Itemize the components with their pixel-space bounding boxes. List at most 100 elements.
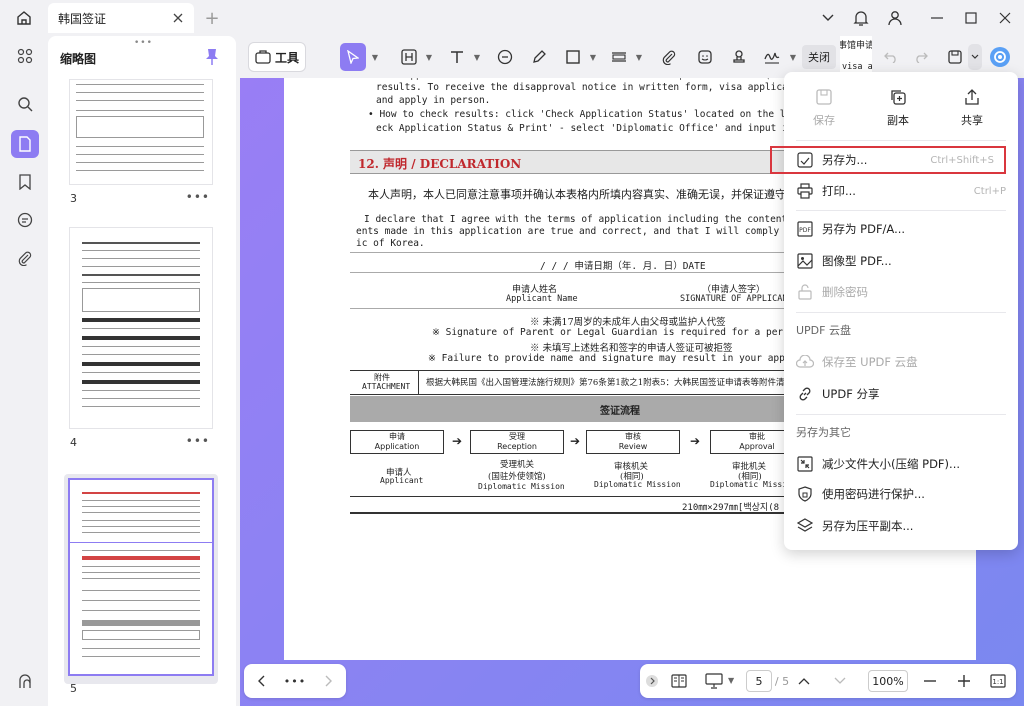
comment-tool-button[interactable] xyxy=(494,43,516,71)
text-tool-button[interactable] xyxy=(446,43,468,71)
pencil-icon xyxy=(533,50,546,63)
arrow-right-icon: ➔ xyxy=(452,434,463,448)
account-button[interactable] xyxy=(882,6,908,30)
zoom-out-button[interactable] xyxy=(920,671,940,691)
next-page-button[interactable] xyxy=(830,671,850,691)
sticker-tool-button[interactable] xyxy=(694,43,716,71)
updf-share-menu-item[interactable]: UPDF 分享 xyxy=(784,380,1018,408)
presentation-dropdown[interactable]: ▼ xyxy=(728,676,734,685)
actual-size-icon: 1:1 xyxy=(990,674,1006,688)
presentation-button[interactable] xyxy=(702,671,726,691)
print-menu-item[interactable]: 打印... Ctrl+P xyxy=(784,177,1018,205)
chevron-circle-icon xyxy=(646,675,658,687)
window-close-button[interactable] xyxy=(992,6,1018,30)
save-as-shortcut: Ctrl+Shift+S xyxy=(930,154,994,166)
save-button[interactable] xyxy=(944,43,966,71)
collapse-nav-button[interactable] xyxy=(644,671,660,691)
thumbnails-button[interactable] xyxy=(11,130,39,158)
signature-tool-dropdown[interactable]: ▼ xyxy=(788,43,798,71)
bookmarks-button[interactable] xyxy=(11,168,39,196)
signature-tool-button[interactable] xyxy=(760,43,784,71)
previous-page-button[interactable] xyxy=(794,671,814,691)
chevron-down-icon xyxy=(822,14,834,21)
save-to-cloud-label: 保存至 UPDF 云盘 xyxy=(822,355,918,369)
select-tool-dropdown[interactable]: ▼ xyxy=(370,43,380,71)
highlight-tool-dropdown[interactable]: ▼ xyxy=(424,43,434,71)
attach-tool-button[interactable] xyxy=(658,43,680,71)
attachments-button[interactable] xyxy=(11,244,39,272)
printer-icon xyxy=(797,183,813,199)
save-as-menu-item[interactable]: 另存为... Ctrl+Shift+S xyxy=(770,146,1006,174)
pencil-tool-button[interactable] xyxy=(528,43,550,71)
maximize-button[interactable] xyxy=(958,6,984,30)
undo-button[interactable] xyxy=(880,43,902,71)
back-button[interactable] xyxy=(252,671,272,691)
reduce-size-menu-item[interactable]: 减少文件大小(压缩 PDF)... xyxy=(784,450,1018,478)
measure-icon xyxy=(612,52,626,62)
home-button[interactable] xyxy=(12,6,36,30)
panel-resize-handle[interactable]: ••• xyxy=(134,38,153,48)
close-tools-button[interactable]: 关闭 xyxy=(802,45,836,69)
tab-close-button[interactable] xyxy=(170,10,186,26)
bookmark-icon xyxy=(19,174,31,190)
tools-button[interactable]: 工具 xyxy=(248,42,306,72)
chevron-down-icon xyxy=(834,677,846,684)
notification-button[interactable] xyxy=(848,6,874,30)
save-flatten-menu-item[interactable]: 另存为压平副本... xyxy=(784,512,1018,540)
thumbnail-page-5[interactable] xyxy=(70,480,212,674)
document-tab[interactable]: 韩国签证 xyxy=(48,3,194,33)
left-rail xyxy=(0,36,48,706)
zoom-level-input[interactable]: 100% xyxy=(868,670,908,692)
doc-text: 事馆申请 xyxy=(840,41,872,51)
shape-tool-button[interactable] xyxy=(562,43,584,71)
comments-button[interactable] xyxy=(11,206,39,234)
forward-button[interactable] xyxy=(318,671,338,691)
save-pdfa-menu-item[interactable]: PDF 另存为 PDF/A... xyxy=(784,215,1018,243)
highlight-tool-button[interactable] xyxy=(398,43,420,71)
layers-icon xyxy=(19,674,31,688)
stamp-bar-tool-dropdown[interactable]: ▼ xyxy=(634,43,644,71)
search-button[interactable] xyxy=(11,90,39,118)
apps-button[interactable] xyxy=(11,42,39,70)
save-dropdown-button[interactable] xyxy=(968,44,982,70)
menu-copy-button[interactable]: 副本 xyxy=(868,88,928,128)
thumbnail-page-4[interactable] xyxy=(70,228,212,428)
doc-text: ※ 未满17周岁的未成年人由父母或监护人代签 xyxy=(530,317,726,328)
remove-password-menu-item[interactable]: 删除密码 xyxy=(784,278,1018,306)
shape-tool-dropdown[interactable]: ▼ xyxy=(588,43,598,71)
thumbnail-more-button[interactable]: ••• xyxy=(186,434,210,448)
protect-password-menu-item[interactable]: 使用密码进行保护... xyxy=(784,480,1018,508)
flow-step-cn: 审核 xyxy=(625,432,641,441)
history-more-button[interactable]: ••• xyxy=(284,671,306,691)
image-pdf-menu-item[interactable]: 图像型 PDF... xyxy=(784,247,1018,275)
page-number-input[interactable]: 5 xyxy=(746,670,772,692)
actual-size-button[interactable]: 1:1 xyxy=(988,671,1008,691)
save-to-cloud-menu-item[interactable]: 保存至 UPDF 云盘 xyxy=(784,348,1018,376)
stamp-bar-tool-button[interactable] xyxy=(608,43,630,71)
doc-text: / / / 申请日期（年. 月. 日）DATE xyxy=(540,261,706,272)
tabs-dropdown-button[interactable] xyxy=(815,6,841,30)
thumbnail-more-button[interactable]: ••• xyxy=(186,190,210,204)
user-icon xyxy=(888,11,902,26)
select-tool-button[interactable] xyxy=(340,43,366,71)
history-nav-bar: ••• xyxy=(244,664,346,698)
minimize-button[interactable] xyxy=(924,6,950,30)
flow-step-reception: 受理 Reception xyxy=(470,430,564,454)
ai-assistant-button[interactable] xyxy=(988,44,1012,70)
presentation-icon xyxy=(705,673,723,689)
zoom-in-button[interactable] xyxy=(954,671,974,691)
new-tab-button[interactable]: + xyxy=(202,8,222,29)
menu-share-button[interactable]: 共享 xyxy=(942,88,1002,128)
redo-button[interactable] xyxy=(910,43,932,71)
page-layout-button[interactable] xyxy=(668,671,690,691)
flow-step-application: 申请 Application xyxy=(350,430,444,454)
menu-save-button[interactable]: 保存 xyxy=(794,88,854,128)
doc-text: (国驻外使领馆) xyxy=(488,472,546,482)
stamp-tool-button[interactable] xyxy=(728,43,750,71)
text-tool-dropdown[interactable]: ▼ xyxy=(472,43,482,71)
search-icon xyxy=(18,97,33,112)
layers-button[interactable] xyxy=(11,668,39,696)
image-icon xyxy=(797,253,813,269)
thumbnail-page-3[interactable] xyxy=(70,80,212,184)
pin-icon[interactable] xyxy=(204,48,220,66)
